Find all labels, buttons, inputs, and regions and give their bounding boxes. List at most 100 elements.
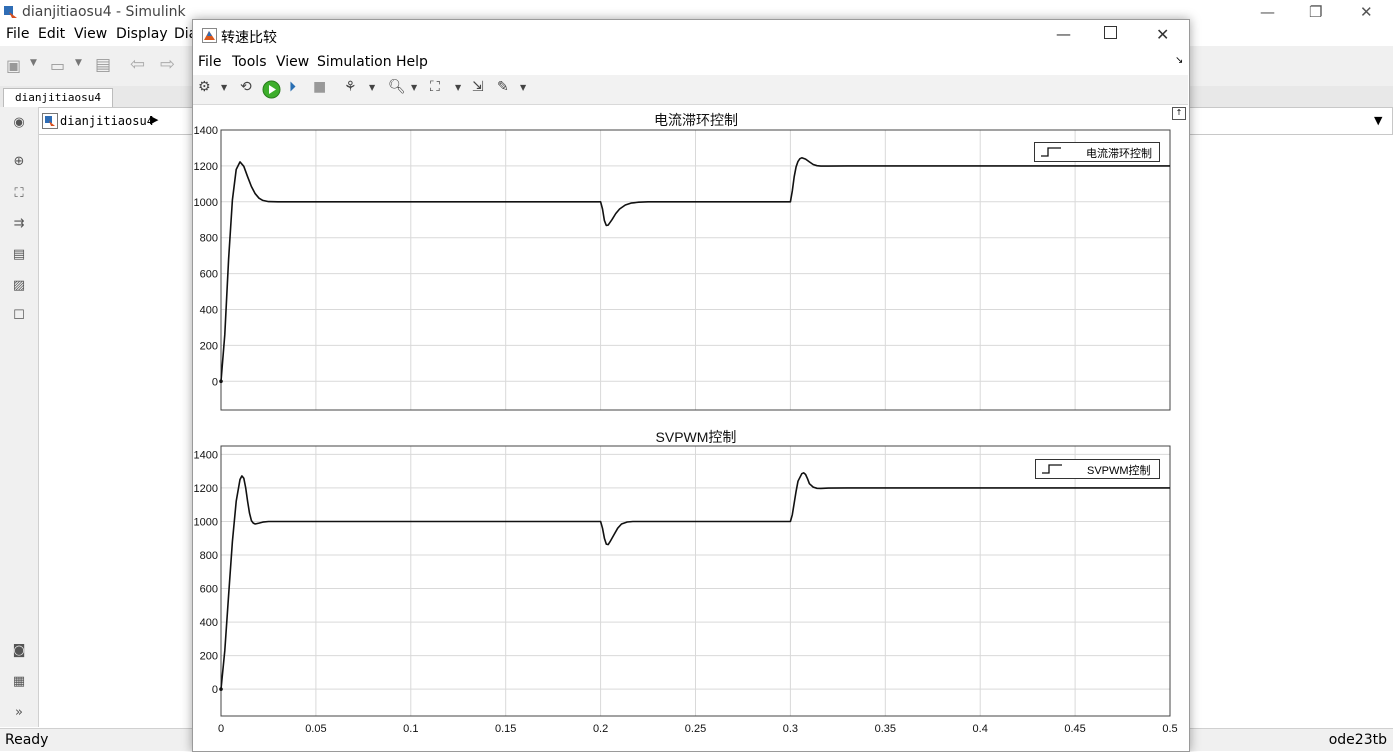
back-arrow-icon[interactable]: ⇦ [130, 54, 145, 75]
y-tick-label: 1400 [194, 125, 218, 137]
chevron-down-icon[interactable]: ▼ [455, 83, 461, 92]
forward-arrow-icon[interactable]: ⇨ [160, 54, 175, 75]
highlight-icon[interactable]: ⚘ [344, 79, 357, 95]
model-tab[interactable]: dianjitiaosu4 [3, 88, 113, 108]
x-tick-label: 0.1 [403, 723, 418, 735]
solver-name: ode23tb [1328, 732, 1387, 748]
y-tick-label: 800 [200, 550, 218, 562]
autoscale-icon[interactable]: ⛶ [430, 79, 440, 95]
breadcrumb-arrow-icon[interactable]: ▶ [150, 113, 158, 126]
x-tick-label: 0.2 [593, 723, 608, 735]
save-icon[interactable]: ▤ [95, 55, 111, 75]
plot2-legend[interactable]: SVPWM控制 [1035, 459, 1160, 479]
arrow-icon[interactable]: ⇉ [10, 215, 28, 233]
menu-edit[interactable]: Edit [38, 26, 65, 42]
minimize-icon[interactable]: — [1056, 25, 1071, 43]
camera-icon[interactable]: ◙ [10, 642, 28, 660]
menu-view[interactable]: View [74, 26, 107, 42]
legend-line-icon [1042, 464, 1062, 474]
new-model-icon[interactable]: ▣ [6, 56, 21, 75]
open-folder-icon[interactable]: ▭ [50, 56, 65, 75]
series-start-marker [219, 687, 223, 691]
settings-gear-icon[interactable]: ⚙ [198, 79, 211, 95]
zoom-in-icon[interactable]: 🔍︎ [388, 79, 406, 95]
chevron-down-icon[interactable]: ▼ [75, 58, 82, 68]
matlab-logo-icon [202, 28, 217, 43]
x-tick-label: 0.15 [495, 723, 516, 735]
chevron-down-icon[interactable]: ▼ [411, 83, 417, 92]
plot1-legend[interactable]: 电流滞环控制 [1034, 142, 1160, 162]
expand-icon[interactable]: » [10, 704, 28, 722]
legend-line-icon [1041, 147, 1061, 157]
x-tick-label: 0 [218, 723, 224, 735]
window-title: dianjitiaosu4 - Simulink [22, 4, 186, 20]
y-tick-label: 400 [200, 304, 218, 316]
minimize-icon[interactable]: — [1260, 3, 1275, 21]
chevron-down-icon[interactable]: ▼ [30, 58, 37, 68]
scope-menu-view[interactable]: View [276, 54, 309, 70]
step-forward-icon[interactable]: ⏵ [289, 79, 296, 95]
menu-display[interactable]: Display [116, 26, 168, 42]
y-tick-label: 1000 [194, 197, 218, 209]
scope-menu-help[interactable]: Help [396, 54, 428, 70]
report-icon[interactable]: ▦ [10, 673, 28, 691]
x-tick-label: 0.35 [875, 723, 896, 735]
y-tick-label: 200 [200, 651, 218, 663]
y-tick-label: 0 [212, 684, 218, 696]
scope-title: 转速比较 [221, 30, 277, 46]
y-tick-label: 1400 [194, 449, 218, 461]
chevron-down-icon[interactable]: ▼ [221, 83, 227, 92]
x-tick-label: 0.4 [973, 723, 988, 735]
x-tick-label: 0.45 [1064, 723, 1085, 735]
scope-menubar: File Tools View Simulation Help ↘ [193, 52, 1188, 74]
annotation-icon[interactable]: ▤ [10, 246, 28, 264]
run-icon[interactable] [262, 80, 281, 99]
model-icon [42, 113, 58, 129]
chevron-down-icon[interactable]: ▼ [1374, 114, 1382, 127]
close-icon[interactable]: ✕ [1360, 3, 1373, 21]
plot1-legend-label: 电流滞环控制 [1086, 148, 1152, 160]
plot2-axes[interactable]: 0 200 400 600 800 1000 1200 1400 0 0.05 0.1 0.15 0.2… [190, 440, 1188, 740]
stop-icon[interactable]: ■ [313, 79, 326, 95]
address-path[interactable]: dianjitiaosu4 [60, 114, 154, 128]
cursor-measure-icon[interactable]: ⇲ [472, 79, 484, 95]
y-tick-label: 400 [200, 617, 218, 629]
y-tick-label: 1200 [194, 161, 218, 173]
maximize-icon[interactable] [1104, 26, 1117, 39]
x-tick-label: 0.5 [1162, 723, 1177, 735]
undock-axes-icon[interactable]: ↑ [1172, 107, 1186, 120]
chevron-down-icon[interactable]: ▼ [520, 83, 526, 92]
y-tick-label: 600 [200, 269, 218, 281]
image-icon[interactable]: ▨ [10, 277, 28, 295]
zoom-icon[interactable]: ⊕ [10, 153, 28, 171]
series-start-marker [219, 379, 223, 384]
step-back-icon[interactable]: ⟲ [240, 79, 252, 95]
style-edit-icon[interactable]: ✎ [497, 79, 509, 95]
simulink-logo-icon [4, 6, 17, 18]
plot2-legend-label: SVPWM控制 [1087, 465, 1151, 477]
y-tick-label: 1200 [194, 483, 218, 495]
menu-file[interactable]: File [6, 26, 29, 42]
fit-view-icon[interactable]: ⛶ [10, 185, 28, 203]
chevron-down-icon[interactable]: ▼ [369, 83, 375, 92]
y-tick-label: 1000 [194, 516, 218, 528]
y-tick-label: 0 [212, 376, 218, 388]
scope-menu-simulation[interactable]: Simulation [317, 54, 392, 70]
y-tick-label: 600 [200, 584, 218, 596]
restore-icon[interactable]: ❐ [1309, 3, 1322, 21]
x-tick-label: 0.3 [783, 723, 798, 735]
scope-toolbar [193, 75, 1188, 105]
hide-browser-icon[interactable]: ◉ [10, 114, 28, 132]
status-text: Ready [5, 732, 49, 748]
left-palette: ◉ ⊕ ⛶ ⇉ ▤ ▨ ☐ ◙ ▦ » [0, 107, 39, 727]
y-tick-label: 800 [200, 233, 218, 245]
scope-menu-file[interactable]: File [198, 54, 221, 70]
close-icon[interactable]: ✕ [1156, 25, 1169, 44]
scope-menu-tools[interactable]: Tools [232, 54, 267, 70]
y-tick-label: 200 [200, 340, 218, 352]
plot1-axes[interactable]: 0 200 400 600 800 1000 1200 1400 [190, 125, 1188, 420]
x-tick-label: 0.25 [685, 723, 706, 735]
dock-arrow-icon[interactable]: ↘ [1175, 55, 1183, 66]
x-tick-label: 0.05 [305, 723, 326, 735]
area-icon[interactable]: ☐ [10, 307, 28, 325]
